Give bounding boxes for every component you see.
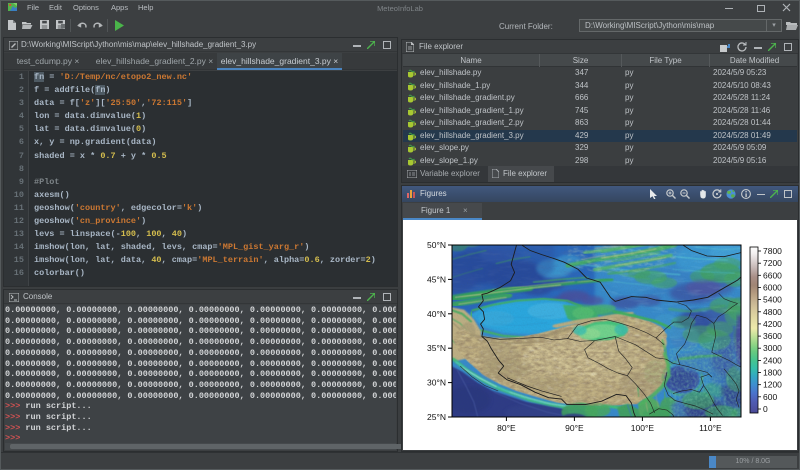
svg-text:3600: 3600 [763, 331, 782, 341]
svg-text:7200: 7200 [763, 258, 782, 268]
svg-text:5400: 5400 [763, 295, 782, 305]
svg-text:50°N: 50°N [427, 240, 446, 250]
svg-text:3000: 3000 [763, 343, 782, 353]
svg-text:4200: 4200 [763, 319, 782, 329]
svg-text:90°E: 90°E [565, 423, 584, 433]
svg-text:4800: 4800 [763, 307, 782, 317]
svg-text:100°E: 100°E [631, 423, 655, 433]
svg-text:80°E: 80°E [497, 423, 516, 433]
svg-text:45°N: 45°N [427, 274, 446, 284]
svg-text:7800: 7800 [763, 246, 782, 256]
svg-text:35°N: 35°N [427, 343, 446, 353]
svg-text:30°N: 30°N [427, 378, 446, 388]
svg-text:25°N: 25°N [427, 412, 446, 422]
svg-text:40°N: 40°N [427, 309, 446, 319]
svg-text:6000: 6000 [763, 283, 782, 293]
svg-text:600: 600 [763, 392, 777, 402]
svg-text:0: 0 [763, 404, 768, 414]
svg-text:1200: 1200 [763, 380, 782, 390]
svg-text:1800: 1800 [763, 368, 782, 378]
svg-text:2400: 2400 [763, 355, 782, 365]
svg-text:6600: 6600 [763, 270, 782, 280]
svg-text:110°E: 110°E [699, 423, 722, 433]
